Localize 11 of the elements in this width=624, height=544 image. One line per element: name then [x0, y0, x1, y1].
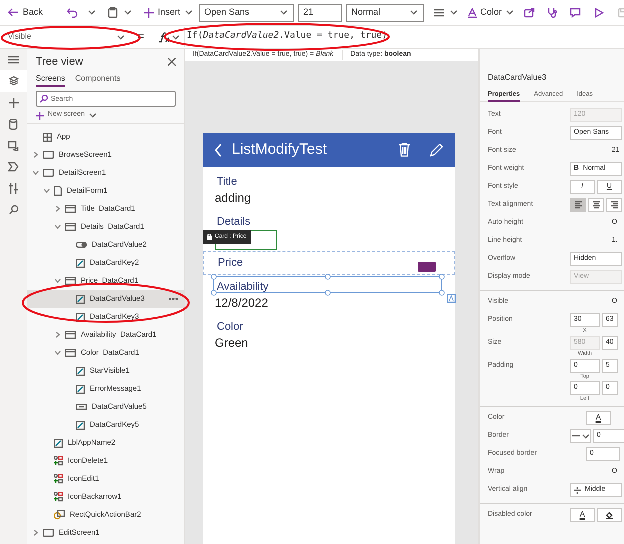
field-label: Color: [216, 320, 244, 335]
field-value: Green: [215, 335, 248, 352]
field-value: 12/8/2022: [215, 295, 268, 312]
field-label: Availability: [216, 280, 269, 295]
panel-title: Tree view: [36, 54, 84, 70]
field-label: Title: [216, 175, 238, 190]
field-label: Details: [216, 215, 251, 230]
app-title: ListModifyTest: [232, 140, 328, 160]
field-label: Price: [218, 256, 244, 271]
field-value: adding: [215, 190, 252, 207]
control-name: DataCardValue3: [487, 72, 548, 84]
